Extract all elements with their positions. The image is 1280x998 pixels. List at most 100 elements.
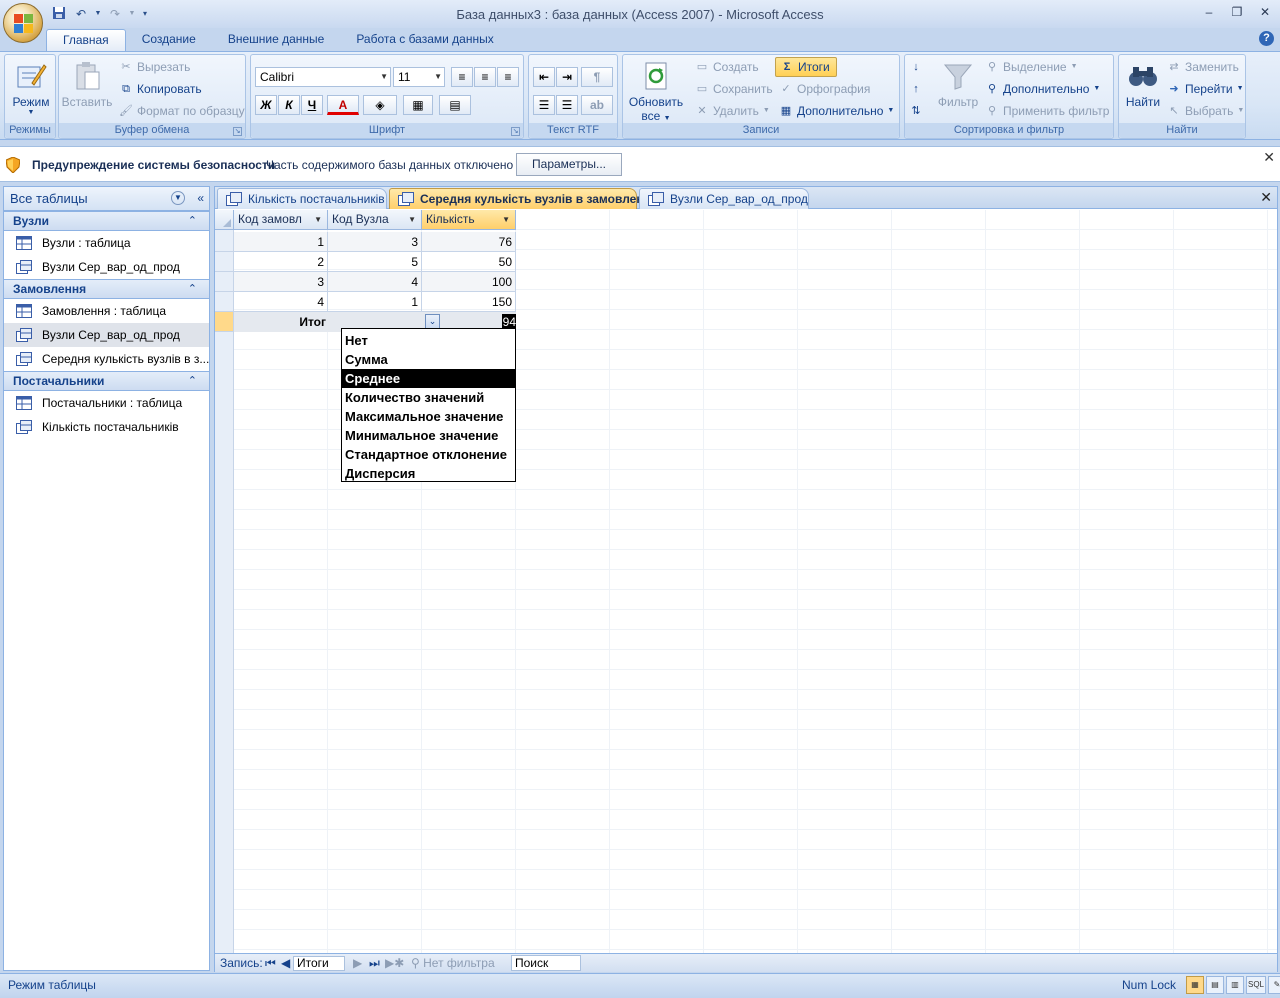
close-icon[interactable]: ✕ xyxy=(1263,149,1275,166)
design-view-icon[interactable]: ✎ xyxy=(1268,976,1280,994)
dropdown-option[interactable]: Максимальное значение xyxy=(342,407,515,426)
underline-button[interactable]: Ч xyxy=(301,95,323,115)
first-record-icon[interactable]: ⏮ xyxy=(265,956,276,971)
nav-group-vuzly[interactable]: Вузли ⌃ xyxy=(4,211,209,231)
table-cell[interactable]: 3 xyxy=(328,232,422,252)
more-records-button[interactable]: ▦ Дополнительно ▼ xyxy=(779,101,895,121)
copy-button[interactable]: ⧉ Копировать xyxy=(119,79,202,99)
nav-group-postachalnyky[interactable]: Постачальники ⌃ xyxy=(4,371,209,391)
font-launcher-icon[interactable]: ↘ xyxy=(511,127,520,136)
table-cell[interactable]: 100 xyxy=(422,272,516,292)
dropdown-option[interactable]: Минимальное значение xyxy=(342,426,515,445)
last-record-icon[interactable]: ⏭ xyxy=(369,956,380,971)
help-icon[interactable]: ? xyxy=(1259,31,1274,46)
cut-button[interactable]: ✂ Вырезать xyxy=(119,57,190,77)
chevron-down-icon[interactable]: ▼ xyxy=(408,210,416,229)
search-input[interactable]: Поиск xyxy=(511,955,581,971)
table-cell[interactable]: 4 xyxy=(234,292,328,312)
new-record-icon[interactable]: ▶✱ xyxy=(385,956,404,971)
nav-item-query[interactable]: Кількість постачальників xyxy=(4,415,209,439)
doc-tab-kilkist-postachalnykiv[interactable]: Кількість постачальників xyxy=(217,188,387,209)
tab-external-data[interactable]: Внешние данные xyxy=(212,29,341,51)
table-cell[interactable]: 50 xyxy=(422,252,516,272)
dropdown-option[interactable]: Стандартное отклонение xyxy=(342,445,515,464)
select-button[interactable]: ↖ Выбрать ▼ xyxy=(1167,101,1244,121)
prev-record-icon[interactable]: ◀ xyxy=(281,956,290,971)
find-button[interactable]: Найти xyxy=(1121,59,1165,109)
column-header[interactable]: Код замовл ▼ xyxy=(234,210,328,230)
collapse-group-icon[interactable]: ⌃ xyxy=(188,212,197,230)
delete-record-button[interactable]: ✕ Удалить ▼ xyxy=(695,101,769,121)
current-record-input[interactable]: Итоги xyxy=(293,956,345,971)
sql-view-icon[interactable]: SQL xyxy=(1246,976,1266,994)
format-painter-button[interactable]: 🖌 Формат по образцу xyxy=(119,101,245,121)
collapse-pane-icon[interactable]: « xyxy=(197,187,204,210)
column-header[interactable]: Код Вузла ▼ xyxy=(328,210,422,230)
table-cell[interactable]: 5 xyxy=(328,252,422,272)
minimize-icon[interactable]: – xyxy=(1200,4,1218,20)
font-size-combo[interactable]: 11 ▼ xyxy=(393,67,445,87)
dropdown-option[interactable]: Сумма xyxy=(342,350,515,369)
record-selector[interactable] xyxy=(215,232,234,252)
table-cell[interactable]: 150 xyxy=(422,292,516,312)
replace-button[interactable]: ⇄ Заменить xyxy=(1167,57,1239,77)
goto-button[interactable]: ➜ Перейти ▼ xyxy=(1167,79,1243,99)
tab-database-tools[interactable]: Работа с базами данных xyxy=(340,29,509,51)
advanced-filter-button[interactable]: ⚲ Дополнительно ▼ xyxy=(985,79,1100,99)
clipboard-launcher-icon[interactable]: ↘ xyxy=(233,127,242,136)
doc-tab-vuzly-ser[interactable]: Вузли Сер_вар_од_прод xyxy=(639,188,809,209)
font-color-button[interactable]: A xyxy=(327,95,359,115)
nav-item-table[interactable]: Замовлення : таблица xyxy=(4,299,209,323)
align-center-button[interactable]: ≡ xyxy=(474,67,496,87)
italic-button[interactable]: К xyxy=(278,95,300,115)
align-left-button[interactable]: ≡ xyxy=(451,67,473,87)
collapse-group-icon[interactable]: ⌃ xyxy=(188,372,197,390)
increase-indent-button[interactable]: ⇥ xyxy=(556,67,578,87)
nav-item-query[interactable]: Середня кулькість вузлів в з... xyxy=(4,347,209,371)
record-selector[interactable] xyxy=(215,292,234,312)
security-options-button[interactable]: Параметры... xyxy=(516,153,622,176)
close-icon[interactable]: ✕ xyxy=(1260,189,1272,206)
next-record-icon[interactable]: ▶ xyxy=(353,956,362,971)
table-cell[interactable]: 2 xyxy=(234,252,328,272)
nav-item-table[interactable]: Постачальники : таблица xyxy=(4,391,209,415)
dropdown-option-selected[interactable]: Среднее xyxy=(342,369,515,388)
dropdown-option[interactable]: Нет xyxy=(342,331,515,350)
column-header[interactable]: Кількість ▼ xyxy=(422,210,516,230)
table-cell[interactable]: 1 xyxy=(328,292,422,312)
selection-button[interactable]: ⚲ Выделение ▼ xyxy=(985,57,1078,77)
view-button[interactable]: Режим ▼ xyxy=(9,59,53,116)
refresh-all-button[interactable]: Обновить все ▼ xyxy=(625,59,687,123)
table-cell[interactable]: 3 xyxy=(234,272,328,292)
numbered-list-button[interactable]: ☰ xyxy=(533,95,555,115)
align-right-button[interactable]: ≡ xyxy=(497,67,519,87)
totals-function-dropdown[interactable]: Нет Сумма Среднее Количество значений Ма… xyxy=(341,328,516,482)
chevron-down-icon[interactable]: ▼ xyxy=(502,210,510,229)
spelling-button[interactable]: ✓ Орфография xyxy=(779,79,870,99)
record-selector[interactable] xyxy=(215,252,234,272)
sort-descending-button[interactable]: ↑ xyxy=(909,79,923,99)
no-filter-indicator[interactable]: ⚲ Нет фильтра xyxy=(411,956,495,971)
nav-group-zamovlennya[interactable]: Замовлення ⌃ xyxy=(4,279,209,299)
font-name-combo[interactable]: Calibri ▼ xyxy=(255,67,391,87)
nav-item-table[interactable]: Вузли : таблица xyxy=(4,231,209,255)
gridlines-button[interactable]: ▦ xyxy=(403,95,433,115)
save-record-button[interactable]: ▭ Сохранить xyxy=(695,79,773,99)
restore-icon[interactable]: ❐ xyxy=(1228,4,1246,20)
chevron-down-icon[interactable]: ▼ xyxy=(314,210,322,229)
office-button[interactable] xyxy=(3,3,43,43)
tab-create[interactable]: Создание xyxy=(126,29,212,51)
chevron-down-icon[interactable]: ⌄ xyxy=(425,314,440,329)
paragraph-direction-button[interactable]: ¶ xyxy=(581,67,613,87)
paste-button[interactable]: Вставить xyxy=(61,59,113,109)
table-cell[interactable]: 4 xyxy=(328,272,422,292)
new-record-button[interactable]: ▭ Создать xyxy=(695,57,759,77)
pivot-table-view-icon[interactable]: ▤ xyxy=(1206,976,1224,994)
doc-tab-serednya[interactable]: Середня кулькість вузлів в замовленях xyxy=(389,188,657,209)
bold-button[interactable]: Ж xyxy=(255,95,277,115)
select-all-corner[interactable] xyxy=(215,210,234,230)
record-selector[interactable] xyxy=(215,272,234,292)
clear-sort-button[interactable]: ⇅ xyxy=(909,101,923,121)
sort-ascending-button[interactable]: ↓ xyxy=(909,57,923,77)
table-cell[interactable]: 76 xyxy=(422,232,516,252)
